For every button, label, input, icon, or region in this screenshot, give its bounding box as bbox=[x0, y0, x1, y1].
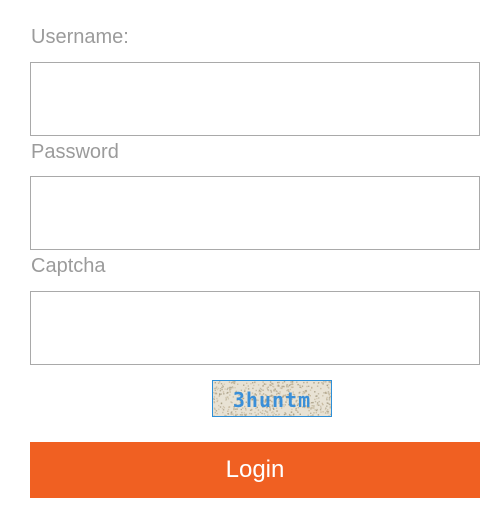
username-label: Username: bbox=[31, 26, 129, 48]
captcha-image[interactable]: 3huntm bbox=[212, 380, 332, 417]
captcha-label: Captcha bbox=[31, 255, 106, 277]
login-button[interactable]: Login bbox=[30, 442, 480, 498]
password-input[interactable] bbox=[30, 176, 480, 250]
captcha-text: 3huntm bbox=[233, 388, 311, 412]
captcha-input[interactable] bbox=[30, 291, 480, 365]
password-label: Password bbox=[31, 141, 119, 163]
username-input[interactable] bbox=[30, 62, 480, 136]
login-form: Username: Password Captcha 3huntm Login bbox=[0, 0, 503, 525]
